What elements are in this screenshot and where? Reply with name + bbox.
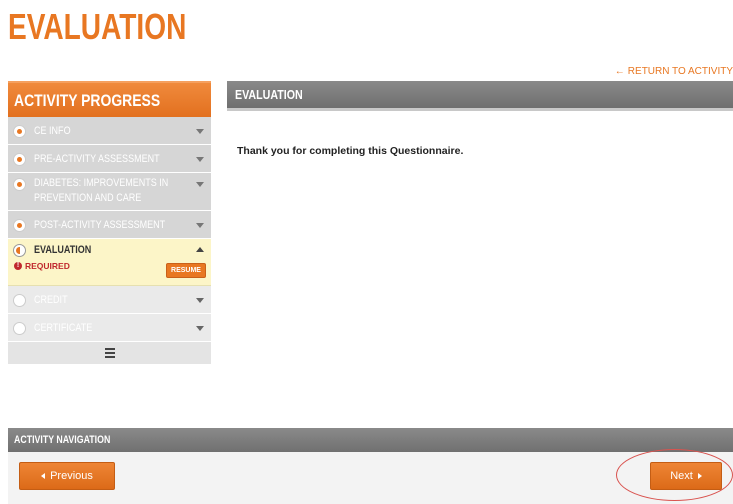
sidebar-item-post-activity-assessment[interactable]: POST-ACTIVITY ASSESSMENT	[8, 211, 211, 239]
sidebar-item-credit[interactable]: CREDIT	[8, 286, 211, 314]
chevron-down-icon	[196, 326, 204, 331]
complete-dot-icon	[13, 219, 26, 232]
previous-label: Previous	[50, 470, 93, 482]
sidebar-item-label-line2: PREVENTION AND CARE	[34, 192, 142, 204]
completion-message: Thank you for completing this Questionna…	[237, 145, 464, 157]
sidebar-item-label: CREDIT	[34, 294, 68, 306]
return-link-label: RETURN TO ACTIVITY	[627, 66, 733, 77]
chevron-down-icon	[196, 182, 204, 187]
required-status: ! REQUIRED	[14, 261, 70, 271]
chevron-down-icon	[196, 157, 204, 162]
next-button[interactable]: Next	[650, 462, 722, 490]
in-progress-dot-icon	[13, 244, 26, 257]
exclamation-icon: !	[14, 262, 22, 270]
previous-button[interactable]: Previous	[19, 462, 115, 490]
required-label: REQUIRED	[25, 261, 70, 271]
content-panel-header: EVALUATION	[227, 81, 733, 111]
next-label: Next	[670, 470, 693, 482]
page-title: EVALUATION	[8, 6, 187, 47]
incomplete-dot-icon	[13, 294, 26, 307]
activity-navigation-header: ACTIVITY NAVIGATION	[8, 428, 733, 452]
chevron-down-icon	[196, 129, 204, 134]
sidebar-item-label-line1: DIABETES: IMPROVEMENTS IN	[34, 177, 169, 189]
complete-dot-icon	[13, 178, 26, 191]
caret-right-icon	[697, 473, 702, 480]
sidebar-footer	[8, 342, 211, 364]
complete-dot-icon	[13, 125, 26, 138]
hamburger-menu-icon[interactable]	[104, 348, 115, 360]
resume-button[interactable]: RESUME	[166, 263, 206, 278]
sidebar-item-label: EVALUATION	[34, 244, 92, 256]
chevron-down-icon	[196, 223, 204, 228]
sidebar-title: ACTIVITY PROGRESS	[8, 81, 211, 117]
sidebar-item-label: CE INFO	[34, 125, 71, 137]
sidebar-item-label: POST-ACTIVITY ASSESSMENT	[34, 219, 166, 231]
chevron-up-icon	[196, 247, 204, 252]
sidebar-item-ce-info[interactable]: CE INFO	[8, 117, 211, 145]
complete-dot-icon	[13, 153, 26, 166]
sidebar-item-label: PRE-ACTIVITY ASSESSMENT	[34, 153, 160, 165]
return-to-activity-link[interactable]: ← RETURN TO ACTIVITY	[615, 66, 733, 77]
caret-left-icon	[41, 473, 46, 480]
incomplete-dot-icon	[13, 322, 26, 335]
chevron-down-icon	[196, 298, 204, 303]
arrow-left-icon: ←	[614, 66, 625, 77]
activity-progress-sidebar: ACTIVITY PROGRESS CE INFO PRE-ACTIVITY A…	[8, 81, 211, 364]
activity-navigation-body: Previous Next	[8, 452, 733, 504]
sidebar-item-diabetes[interactable]: DIABETES: IMPROVEMENTS IN PREVENTION AND…	[8, 173, 211, 211]
sidebar-item-label: CERTIFICATE	[34, 322, 93, 334]
sidebar-item-pre-activity-assessment[interactable]: PRE-ACTIVITY ASSESSMENT	[8, 145, 211, 173]
sidebar-item-certificate[interactable]: CERTIFICATE	[8, 314, 211, 342]
sidebar-item-evaluation[interactable]: EVALUATION ! REQUIRED RESUME	[8, 239, 211, 286]
